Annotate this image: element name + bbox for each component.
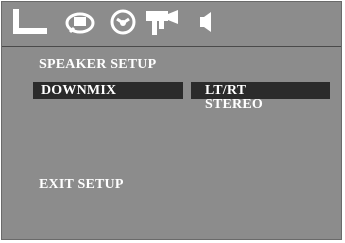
downmix-label: DOWNMIX <box>41 83 117 98</box>
menu-row-downmix[interactable]: DOWNMIX LT/RT <box>33 82 330 99</box>
speaker-icon[interactable] <box>194 6 218 38</box>
osd-screen: SPEAKER SETUP DOWNMIX LT/RT STEREO EXIT … <box>1 1 342 240</box>
audio-setup-icon[interactable] <box>64 6 96 38</box>
option-stereo[interactable]: STEREO <box>205 97 263 113</box>
setup-content: SPEAKER SETUP DOWNMIX LT/RT STEREO EXIT … <box>2 46 341 239</box>
setup-tab-bar <box>2 2 341 46</box>
exit-setup-item[interactable]: EXIT SETUP <box>39 177 124 193</box>
dolby-digital-icon[interactable] <box>109 6 137 38</box>
page-title: SPEAKER SETUP <box>39 57 157 72</box>
downmix-highlight[interactable]: DOWNMIX <box>33 82 183 99</box>
general-setup-icon[interactable] <box>10 6 50 38</box>
video-setup-icon[interactable] <box>143 6 181 38</box>
